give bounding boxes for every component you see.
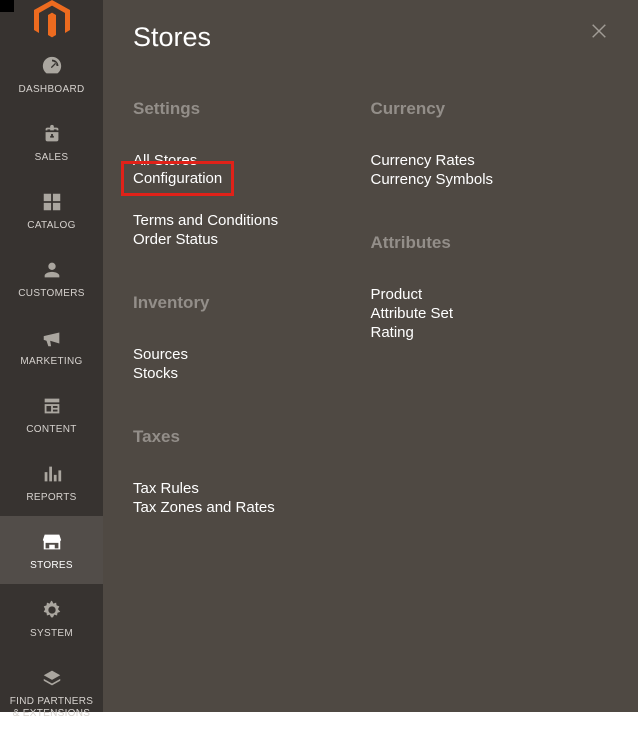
sidebar-item-label: CATALOG bbox=[27, 220, 75, 232]
stores-flyout: Stores Settings All Stores Configuration… bbox=[103, 0, 638, 712]
partners-icon bbox=[41, 666, 63, 690]
section-attributes: Attributes Product Attribute Set Rating bbox=[371, 233, 585, 342]
link-order-status[interactable]: Order Status bbox=[133, 230, 218, 249]
customers-icon bbox=[41, 258, 63, 282]
sidebar-item-label: STORES bbox=[30, 560, 73, 572]
sidebar-item-label: DASHBOARD bbox=[18, 84, 84, 96]
magento-logo[interactable] bbox=[0, 0, 103, 40]
section-inventory: Inventory Sources Stocks bbox=[133, 293, 347, 383]
dashboard-icon bbox=[41, 54, 63, 78]
flyout-title: Stores bbox=[133, 22, 211, 53]
sidebar-item-catalog[interactable]: CATALOG bbox=[0, 176, 103, 244]
sidebar-item-label: SYSTEM bbox=[30, 628, 73, 640]
section-taxes: Taxes Tax Rules Tax Zones and Rates bbox=[133, 427, 347, 517]
sidebar-item-content[interactable]: CONTENT bbox=[0, 380, 103, 448]
section-title: Currency bbox=[371, 99, 585, 119]
sidebar-item-system[interactable]: SYSTEM bbox=[0, 584, 103, 652]
link-configuration[interactable]: Configuration bbox=[124, 164, 231, 193]
section-title: Taxes bbox=[133, 427, 347, 447]
sidebar-item-label: CONTENT bbox=[26, 424, 76, 436]
close-icon bbox=[590, 27, 608, 44]
section-title: Attributes bbox=[371, 233, 585, 253]
section-title: Settings bbox=[133, 99, 347, 119]
section-currency: Currency Currency Rates Currency Symbols bbox=[371, 99, 585, 189]
link-attribute-set[interactable]: Attribute Set bbox=[371, 304, 454, 323]
link-currency-symbols[interactable]: Currency Symbols bbox=[371, 170, 494, 189]
sidebar-item-label: SALES bbox=[35, 152, 69, 164]
link-tax-rules[interactable]: Tax Rules bbox=[133, 479, 199, 498]
sidebar-item-label: MARKETING bbox=[20, 356, 82, 368]
sidebar-item-find-partners[interactable]: FIND PARTNERS & EXTENSIONS bbox=[0, 652, 103, 732]
system-icon bbox=[41, 598, 63, 622]
link-stocks[interactable]: Stocks bbox=[133, 364, 178, 383]
sidebar-item-marketing[interactable]: MARKETING bbox=[0, 312, 103, 380]
sidebar-item-reports[interactable]: REPORTS bbox=[0, 448, 103, 516]
sidebar-item-label: REPORTS bbox=[26, 492, 76, 504]
sales-icon bbox=[41, 122, 63, 146]
link-terms-conditions[interactable]: Terms and Conditions bbox=[133, 211, 278, 230]
flyout-right-column: Currency Currency Rates Currency Symbols… bbox=[371, 99, 609, 561]
sidebar-item-dashboard[interactable]: DASHBOARD bbox=[0, 40, 103, 108]
catalog-icon bbox=[41, 190, 63, 214]
flyout-left-column: Settings All Stores Configuration Terms … bbox=[133, 99, 371, 561]
link-currency-rates[interactable]: Currency Rates bbox=[371, 151, 475, 170]
marketing-icon bbox=[41, 326, 63, 350]
sidebar-item-label: FIND PARTNERS & EXTENSIONS bbox=[10, 696, 94, 720]
stores-icon bbox=[41, 530, 63, 554]
section-settings: Settings All Stores Configuration Terms … bbox=[133, 99, 347, 249]
sidebar-item-customers[interactable]: CUSTOMERS bbox=[0, 244, 103, 312]
reports-icon bbox=[41, 462, 63, 486]
sidebar-item-stores[interactable]: STORES bbox=[0, 516, 103, 584]
sidebar-item-label: CUSTOMERS bbox=[18, 288, 84, 300]
link-product[interactable]: Product bbox=[371, 285, 423, 304]
section-title: Inventory bbox=[133, 293, 347, 313]
close-button[interactable] bbox=[586, 18, 612, 49]
admin-sidebar: DASHBOARD SALES CATALOG CUSTOMERS MARKET… bbox=[0, 0, 103, 712]
top-black-sliver bbox=[0, 0, 14, 12]
link-sources[interactable]: Sources bbox=[133, 345, 188, 364]
link-tax-zones[interactable]: Tax Zones and Rates bbox=[133, 498, 275, 517]
link-rating[interactable]: Rating bbox=[371, 323, 414, 342]
sidebar-item-sales[interactable]: SALES bbox=[0, 108, 103, 176]
content-icon bbox=[41, 394, 63, 418]
